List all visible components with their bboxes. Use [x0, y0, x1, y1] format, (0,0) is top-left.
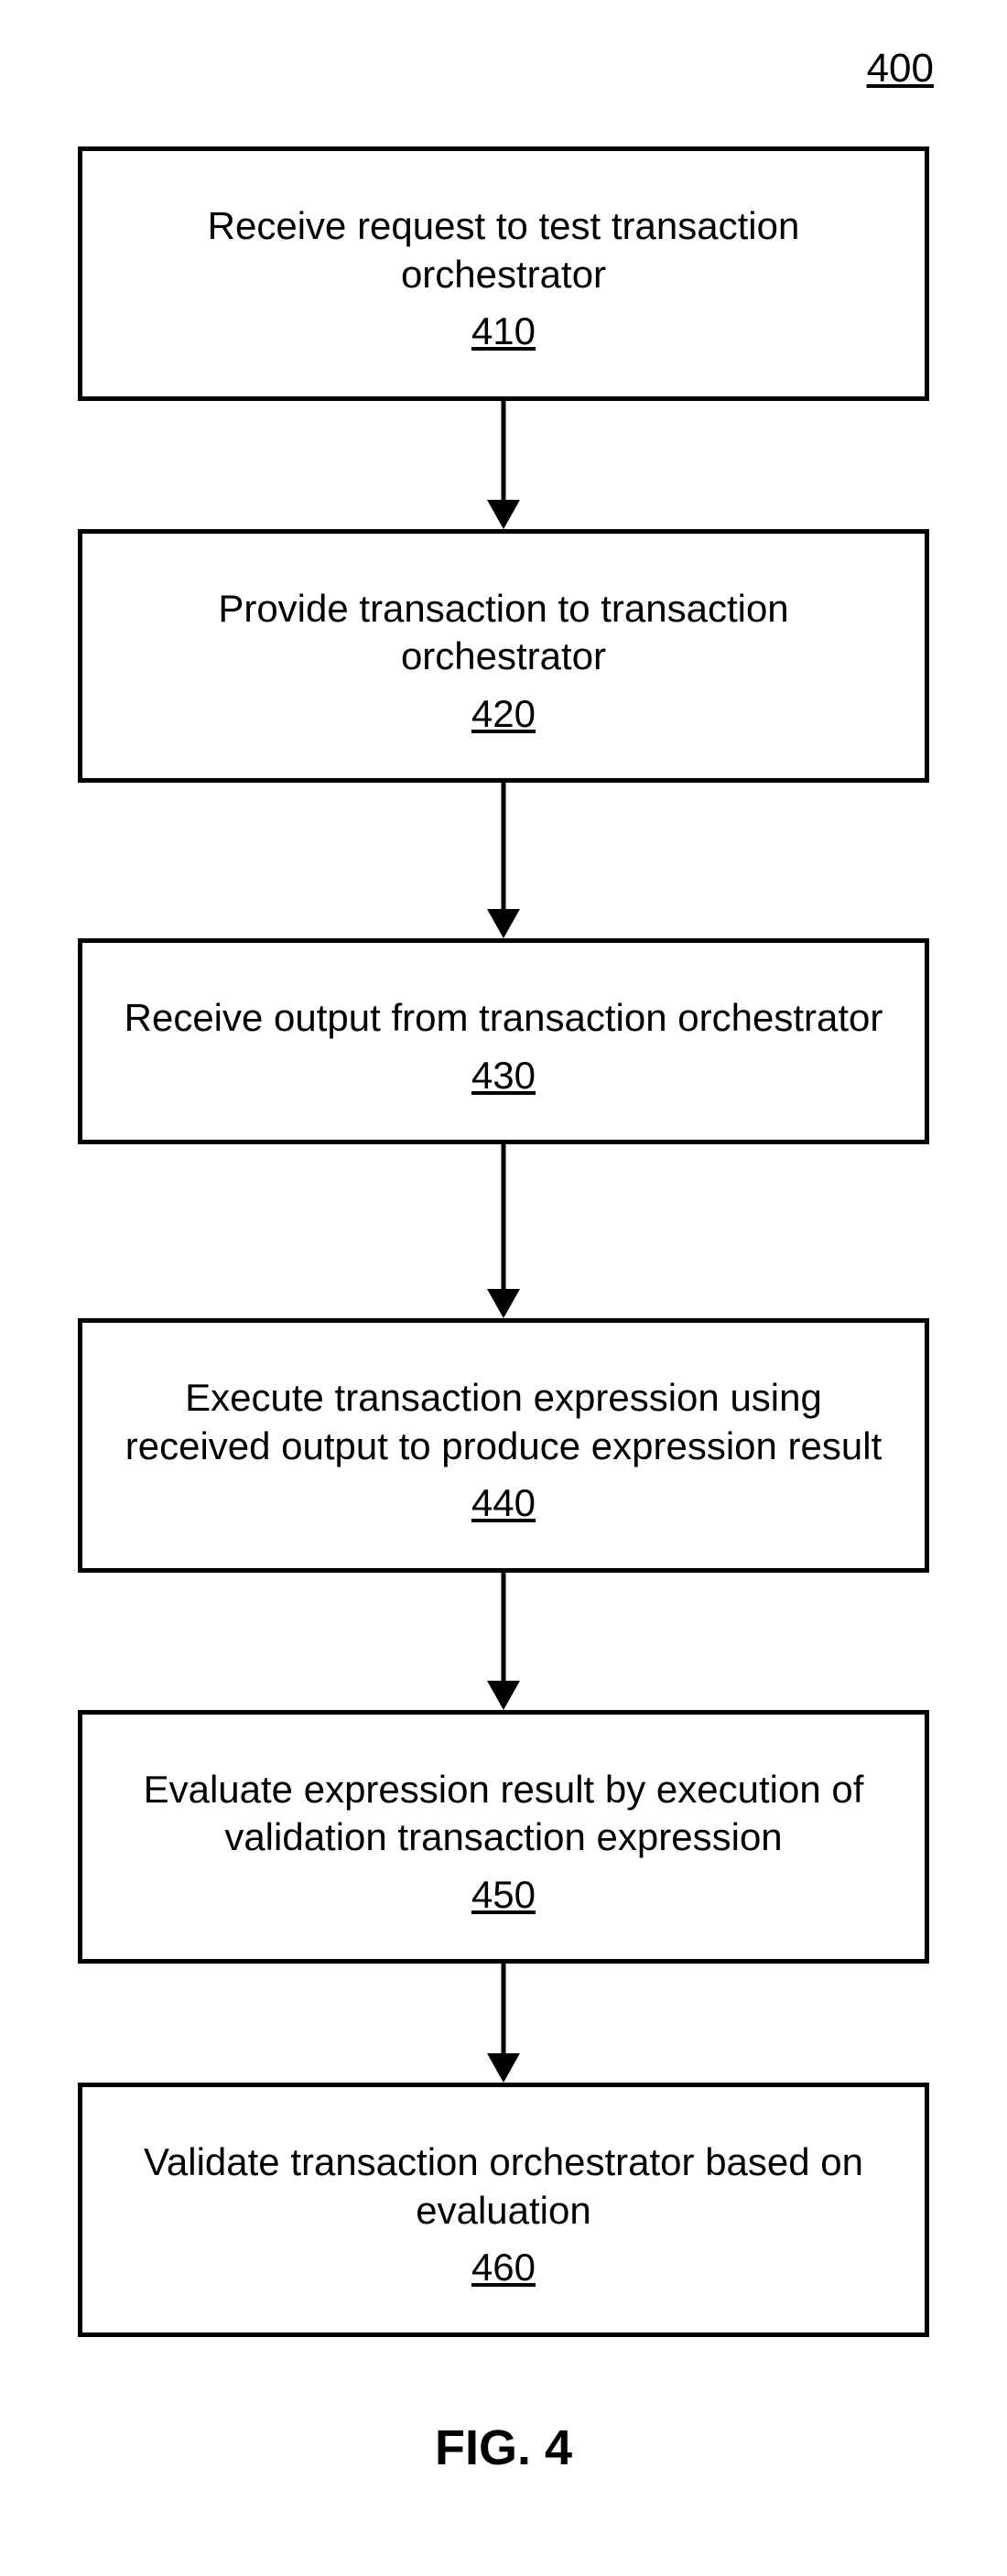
arrow-icon [476, 783, 531, 938]
flow-step-430: Receive output from transaction orchestr… [78, 938, 929, 1144]
flow-step-440: Execute transaction expression using rec… [78, 1318, 929, 1573]
step-ref: 430 [119, 1052, 888, 1100]
step-label: Provide transaction to transaction orche… [119, 585, 888, 681]
page: 400 Receive request to test transaction … [0, 0, 1007, 2576]
arrow-icon [476, 401, 531, 529]
step-label: Receive request to test transaction orch… [119, 202, 888, 298]
flow-step-420: Provide transaction to transaction orche… [78, 529, 929, 784]
step-label: Evaluate expression result by execution … [119, 1766, 888, 1862]
flow-step-450: Evaluate expression result by execution … [78, 1710, 929, 1964]
step-label: Receive output from transaction orchestr… [119, 994, 888, 1043]
step-ref: 440 [119, 1479, 888, 1528]
flow-step-410: Receive request to test transaction orch… [78, 146, 929, 401]
step-ref: 420 [119, 690, 888, 739]
step-ref: 460 [119, 2244, 888, 2292]
arrow-icon [476, 1964, 531, 2083]
step-ref: 410 [119, 308, 888, 356]
step-ref: 450 [119, 1871, 888, 1920]
arrow-icon [476, 1144, 531, 1318]
flow-step-460: Validate transaction orchestrator based … [78, 2083, 929, 2337]
figure-id-label: 400 [867, 46, 934, 92]
figure-caption: FIG. 4 [55, 2419, 952, 2476]
step-label: Validate transaction orchestrator based … [119, 2138, 888, 2235]
flowchart: Receive request to test transaction orch… [55, 146, 952, 2337]
step-label: Execute transaction expression using rec… [119, 1374, 888, 1470]
arrow-icon [476, 1573, 531, 1710]
